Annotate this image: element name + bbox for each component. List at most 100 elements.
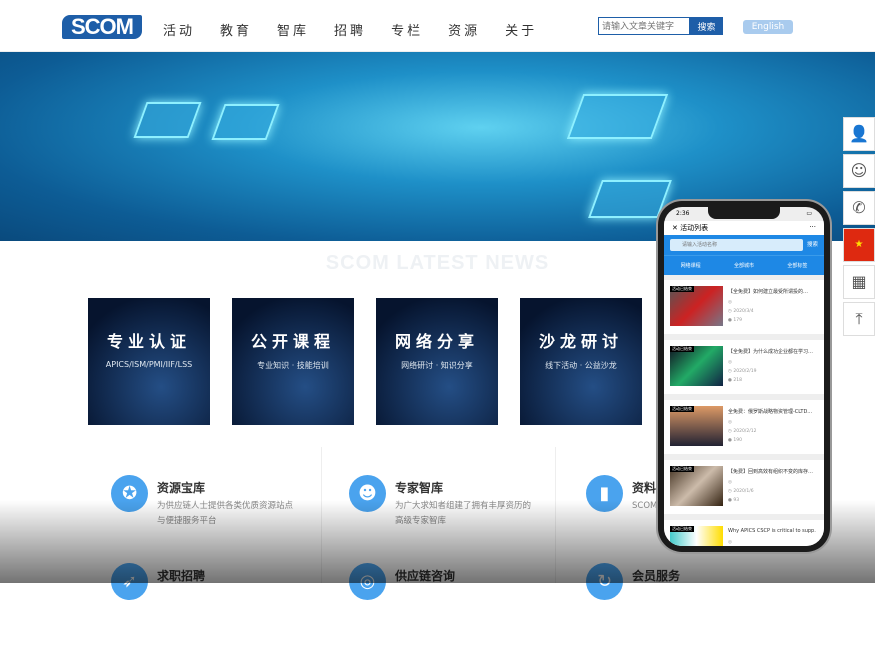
card-title: 公开课程 xyxy=(250,332,335,351)
activity-item[interactable]: 活动已结束 全免费：俄罗斯战略物资管理-CLTD… ◎ ◷ 2020/2/12 … xyxy=(664,400,824,454)
nav-item-columns[interactable]: 专栏 xyxy=(391,20,423,39)
activity-title: 【全免费】为什么成功企业都在学习… xyxy=(728,349,814,355)
search-button[interactable]: 搜索 xyxy=(690,17,723,35)
more-button[interactable]: ··· xyxy=(809,223,816,233)
phone-search-button[interactable]: 搜索 xyxy=(807,239,818,251)
location-icon: ◎ xyxy=(728,360,732,365)
header: SCOM 活动 教育 智库 招聘 专栏 资源 关于 搜索 English xyxy=(0,0,875,52)
activity-title: 【免费】回到高效有组织不变的库存… xyxy=(728,469,814,475)
card-title: 专业认证 xyxy=(106,332,191,351)
feature-jobs[interactable]: ➶ 求职招聘 xyxy=(111,563,341,663)
category-cards: 专业认证 APICS/ISM/PMI/IIF/LSS 公开课程专业知识 · 技能培… xyxy=(88,298,642,425)
card-subtitle: 线下活动 · 公益沙龙 xyxy=(545,361,617,370)
filter-city[interactable]: 全部城市 xyxy=(717,256,770,275)
date-text: 2020/2/12 xyxy=(733,429,757,434)
service-icon[interactable]: ☺ xyxy=(843,154,875,188)
card-public-course[interactable]: 公开课程专业知识 · 技能培训 xyxy=(232,298,354,425)
feature-resources[interactable]: ✪ 资源宝库为供应链人士提供各类优质资源站点与便捷服务平台 xyxy=(111,475,341,575)
phone-title: 活动列表 xyxy=(680,224,709,232)
phone-icon[interactable]: ✆ xyxy=(843,191,875,225)
consult-icon: ◎ xyxy=(349,563,386,600)
back-to-top-icon[interactable]: ⤒ xyxy=(843,302,875,336)
main-nav: 活动 教育 智库 招聘 专栏 资源 关于 xyxy=(163,20,537,39)
phone-search: 搜索 xyxy=(664,235,824,255)
location-icon: ◎ xyxy=(728,540,732,545)
battery-icon: ▭ xyxy=(806,210,812,217)
activity-item[interactable]: 活动已结束 Why APICS CSCP is critical to supp… xyxy=(664,520,824,546)
feature-experts[interactable]: ☻ 专家智库 为广大求知者组建了拥有丰厚资历的高级专家智库 xyxy=(349,475,579,575)
status-tag: 活动已结束 xyxy=(670,286,694,292)
qrcode-icon[interactable]: ▦ xyxy=(843,265,875,299)
china-flag-icon[interactable]: ★ xyxy=(843,228,875,262)
nav-item-thinktank[interactable]: 智库 xyxy=(277,20,309,39)
card-subtitle: APICS/ISM/PMI/IIF/LSS xyxy=(105,360,193,369)
feature-title: 求职招聘 xyxy=(157,569,206,583)
book-icon: ▮ xyxy=(586,475,623,512)
feature-title: 会员服务 xyxy=(632,569,681,583)
status-tag: 活动已结束 xyxy=(670,526,694,532)
count-text: 218 xyxy=(733,378,742,383)
activity-list: 活动已结束 【全免费】如何建立最受所谓投的… ◎ ◷ 2020/3/4 ● 17… xyxy=(664,280,824,546)
phone-search-input[interactable] xyxy=(670,239,803,251)
activity-item[interactable]: 活动已结束 【全免费】如何建立最受所谓投的… ◎ ◷ 2020/3/4 ● 17… xyxy=(664,280,824,334)
activity-item[interactable]: 活动已结束 【全免费】为什么成功企业都在学习… ◎ ◷ 2020/2/19 ● … xyxy=(664,340,824,394)
location-icon: ◎ xyxy=(728,480,732,485)
feature-desc: 为供应链人士提供各类优质资源站点与便捷服务平台 xyxy=(157,501,294,526)
card-title: 网络分享 xyxy=(394,332,479,351)
document-tile-icon xyxy=(133,102,202,138)
feature-title: 专家智库 xyxy=(395,481,444,495)
nav-item-activity[interactable]: 活动 xyxy=(163,20,195,39)
phone-screen: 2:36 ▭ ✕ 活动列表 ··· 搜索 网络课程 全部城市 全部标签 活动已结束 … xyxy=(664,207,824,546)
status-tag: 活动已结束 xyxy=(670,406,694,412)
nav-item-resources[interactable]: 资源 xyxy=(448,20,480,39)
activity-title: 全免费：俄罗斯战略物资管理-CLTD… xyxy=(728,409,813,415)
phone-mockup: 2:36 ▭ ✕ 活动列表 ··· 搜索 网络课程 全部城市 全部标签 活动已结束 … xyxy=(658,201,830,552)
phone-notch xyxy=(708,207,780,219)
card-certification[interactable]: 专业认证 APICS/ISM/PMI/IIF/LSS xyxy=(88,298,210,425)
activity-date: ◷ 2020/2/19 xyxy=(728,369,756,374)
activity-count: ● 190 xyxy=(728,438,742,443)
medal-icon: ✪ xyxy=(111,475,148,512)
nav-item-education[interactable]: 教育 xyxy=(220,20,252,39)
date-text: 2020/1/6 xyxy=(733,489,754,494)
refresh-icon: ↻ xyxy=(586,563,623,600)
filter-course[interactable]: 网络课程 xyxy=(664,256,717,275)
activity-date: ◷ 2020/3/4 xyxy=(728,309,754,314)
activity-item[interactable]: 活动已结束 【免费】回到高效有组织不变的库存… ◎ ◷ 2020/1/6 ● 9… xyxy=(664,460,824,514)
activity-thumbnail xyxy=(670,466,723,506)
feature-membership[interactable]: ↻ 会员服务 xyxy=(586,563,816,663)
cloud-tile-icon xyxy=(566,94,669,139)
card-subtitle: 网络研讨 · 知识分享 xyxy=(401,361,473,370)
card-salon[interactable]: 沙龙研讨线下活动 · 公益沙龙 xyxy=(520,298,642,425)
search-bar: 搜索 xyxy=(598,17,723,35)
location-icon: ◎ xyxy=(728,300,732,305)
activity-count: ● 218 xyxy=(728,378,742,383)
search-input[interactable] xyxy=(598,17,690,35)
logo[interactable]: SCOM xyxy=(62,15,142,39)
phone-filter-tabs: 网络课程 全部城市 全部标签 xyxy=(664,255,824,275)
person-tile-icon xyxy=(211,104,280,140)
count-text: 93 xyxy=(733,498,740,503)
activity-thumbnail xyxy=(670,286,723,326)
feature-title: 资源宝库 xyxy=(157,481,206,495)
feature-desc: 为广大求知者组建了拥有丰厚资历的高级专家智库 xyxy=(395,501,532,526)
user-icon[interactable]: 👤 xyxy=(843,117,875,151)
close-icon[interactable]: ✕ xyxy=(672,224,680,232)
feature-consulting[interactable]: ◎ 供应链咨询 xyxy=(349,563,579,663)
count-text: 190 xyxy=(733,438,742,443)
status-tag: 活动已结束 xyxy=(670,466,694,472)
nav-item-jobs[interactable]: 招聘 xyxy=(334,20,366,39)
nav-item-about[interactable]: 关于 xyxy=(505,20,537,39)
status-tag: 活动已结束 xyxy=(670,346,694,352)
card-title: 沙龙研讨 xyxy=(538,332,623,351)
filter-tag[interactable]: 全部标签 xyxy=(771,256,824,275)
card-webinar[interactable]: 网络分享网络研讨 · 知识分享 xyxy=(376,298,498,425)
english-button[interactable]: English xyxy=(743,20,793,34)
date-text: 2020/3/4 xyxy=(733,309,754,314)
status-time: 2:36 xyxy=(676,210,690,217)
location-icon: ◎ xyxy=(728,420,732,425)
count-text: 179 xyxy=(733,318,742,323)
activity-date: ◷ 2020/2/12 xyxy=(728,429,756,434)
feature-title: 供应链咨询 xyxy=(395,569,456,583)
card-subtitle: 专业知识 · 技能培训 xyxy=(257,361,329,370)
